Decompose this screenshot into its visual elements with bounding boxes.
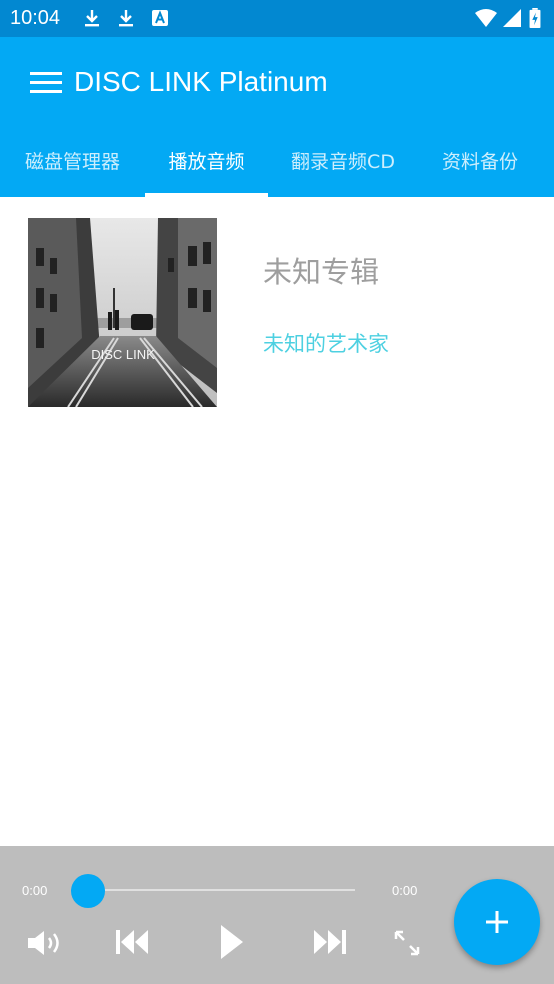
- skip-previous-icon[interactable]: [114, 929, 150, 955]
- add-icon: [486, 911, 508, 933]
- tab-bar: 磁盘管理器 播放音频 翻录音频CD 资料备份: [0, 141, 554, 197]
- play-icon[interactable]: [218, 924, 246, 960]
- seek-bar[interactable]: [88, 889, 355, 891]
- hamburger-menu-icon[interactable]: [30, 72, 62, 96]
- album-art-label: DISC LINK: [91, 347, 155, 362]
- tab-data-backup[interactable]: 资料备份: [418, 141, 542, 197]
- wifi-icon: [475, 9, 497, 27]
- volume-icon[interactable]: [26, 929, 62, 957]
- battery-charging-icon: [529, 8, 541, 28]
- status-time: 10:04: [10, 7, 61, 29]
- skip-next-icon[interactable]: [312, 929, 348, 955]
- fullscreen-icon[interactable]: [394, 930, 420, 956]
- download-icon: [119, 10, 133, 27]
- album-artist[interactable]: 未知的艺术家: [263, 328, 389, 358]
- album-title: 未知专辑: [263, 255, 380, 289]
- app-bar: DISC LINK Platinum 磁盘管理器 播放音频 翻录音频CD 资料备…: [0, 37, 554, 197]
- download-icon: [85, 10, 99, 27]
- text-a-icon: [152, 10, 168, 26]
- tab-rip-audio-cd[interactable]: 翻录音频CD: [268, 141, 418, 197]
- total-duration: 0:00: [392, 883, 418, 898]
- album-content: DISC LINK 未知专辑 未知的艺术家: [0, 197, 554, 846]
- seek-thumb[interactable]: [71, 874, 105, 908]
- tab-play-audio[interactable]: 播放音频: [145, 141, 268, 197]
- album-art[interactable]: DISC LINK: [28, 218, 217, 407]
- app-title: DISC LINK Platinum: [74, 66, 328, 97]
- status-bar: 10:04: [0, 0, 554, 37]
- tab-disk-manager[interactable]: 磁盘管理器: [0, 141, 145, 197]
- add-button[interactable]: [454, 879, 540, 965]
- elapsed-time: 0:00: [22, 883, 48, 898]
- signal-icon: [503, 9, 521, 27]
